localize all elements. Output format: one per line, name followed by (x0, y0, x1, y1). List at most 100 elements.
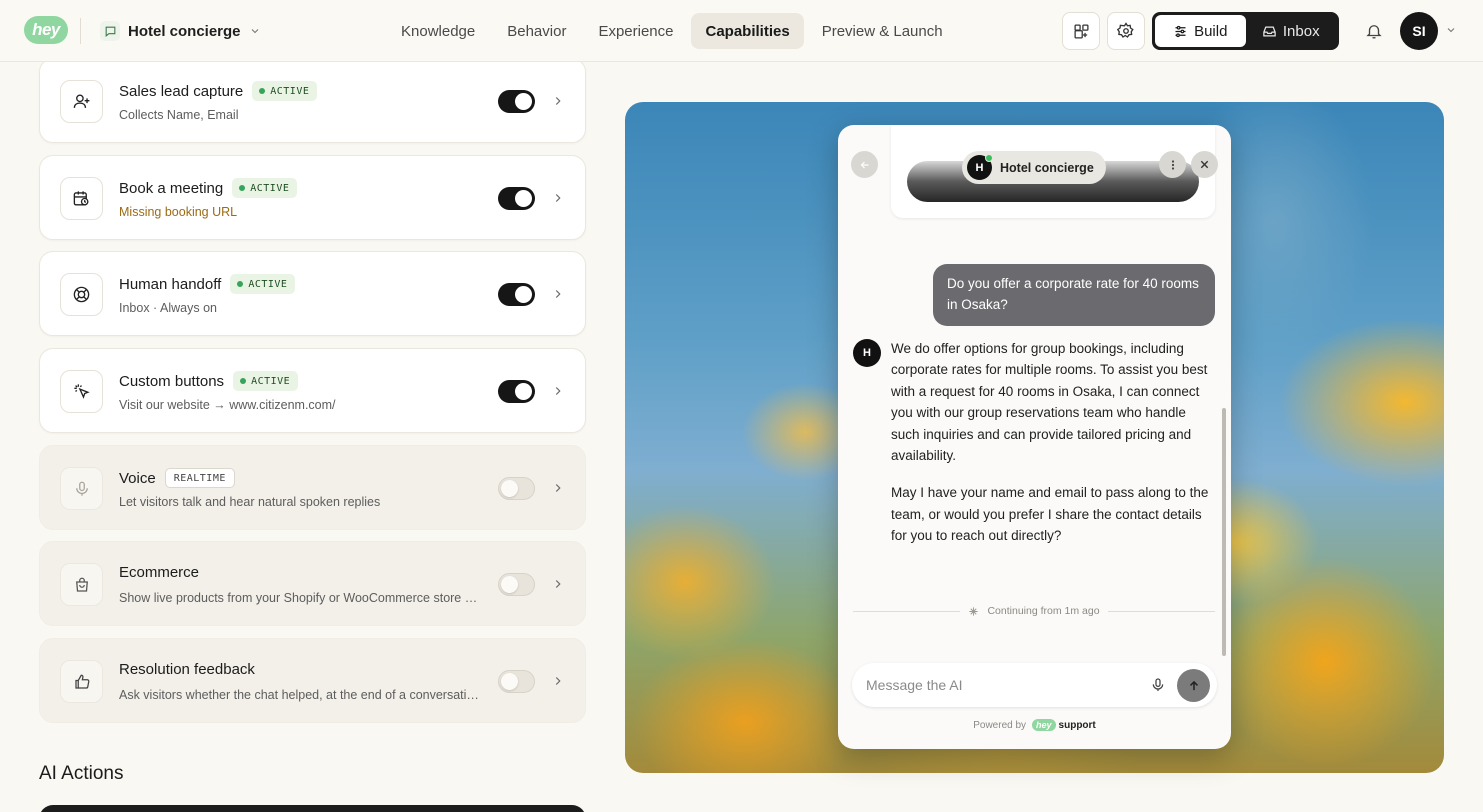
chevron-down-icon[interactable] (1445, 24, 1457, 36)
powered-by-text: Powered by (973, 719, 1027, 731)
topbar-divider (80, 18, 81, 44)
hey-logo[interactable]: hey (24, 16, 68, 44)
capability-card-book-a-meeting[interactable]: Book a meeting ACTIVE Missing booking UR… (39, 155, 586, 240)
capability-card-resolution-feedback[interactable]: Resolution feedback Ask visitors whether… (39, 638, 586, 723)
continuing-text: Continuing from 1m ago (987, 605, 1100, 617)
card-subtitle: Inbox · Always on (119, 301, 217, 315)
message-composer (852, 663, 1217, 707)
badge-label: ACTIVE (270, 85, 310, 97)
calendar-clock-icon (60, 177, 103, 220)
capability-card-custom-buttons[interactable]: Custom buttons ACTIVE Visit our website … (39, 348, 586, 433)
chevron-down-icon (251, 29, 258, 34)
capability-toggle[interactable] (498, 90, 535, 113)
bell-icon (1366, 25, 1382, 39)
send-button[interactable] (1177, 669, 1210, 702)
status-badge: ACTIVE (233, 371, 299, 391)
widget-scrollbar[interactable] (1222, 408, 1226, 656)
capability-card-ecommerce[interactable]: Ecommerce Show live products from your S… (39, 541, 586, 626)
build-label: Build (1194, 22, 1228, 40)
active-dot (237, 281, 244, 287)
capability-toggle[interactable] (498, 670, 535, 693)
agent-name: Hotel concierge (128, 22, 241, 40)
capability-toggle[interactable] (498, 187, 535, 210)
bot-message-paragraph: May I have your name and email to pass a… (891, 485, 1209, 544)
capability-card-sales-lead-capture[interactable]: Sales lead capture ACTIVE Collects Name,… (39, 58, 586, 143)
status-badge: ACTIVE (252, 81, 318, 101)
tab-knowledge[interactable]: Knowledge (387, 13, 489, 49)
arrow-left-icon (860, 161, 868, 168)
tab-experience[interactable]: Experience (584, 13, 687, 49)
widget-more-button[interactable] (1159, 151, 1186, 178)
card-subtitle: Show live products from your Shopify or … (119, 591, 479, 605)
toggle-knob (501, 673, 518, 690)
widget-agent-name: Hotel concierge (1000, 160, 1094, 175)
ai-action-card-partial[interactable] (39, 805, 586, 812)
chevron-right-icon[interactable] (551, 287, 565, 301)
capability-toggle[interactable] (498, 573, 535, 596)
agent-selector[interactable]: Hotel concierge (100, 18, 261, 44)
toggle-knob (501, 480, 518, 497)
cursor-click-icon (60, 370, 103, 413)
user-avatar[interactable]: SI (1400, 12, 1438, 50)
close-icon (1200, 160, 1209, 169)
card-title: Voice (119, 469, 156, 487)
inbox-icon (1263, 26, 1276, 36)
widget-back-button[interactable] (851, 151, 878, 178)
gear-icon (1117, 22, 1134, 38)
card-title-row: Ecommerce (119, 564, 199, 581)
capability-toggle[interactable] (498, 380, 535, 403)
card-subtitle: Visit our website → www.citizenm.com/ (119, 398, 336, 412)
bot-message: We do offer options for group bookings, … (891, 338, 1216, 547)
continuing-divider: Continuing from 1m ago (853, 604, 1215, 618)
build-mode-button[interactable]: Build (1155, 15, 1246, 47)
main-nav: Knowledge Behavior Experience Capabiliti… (387, 13, 957, 49)
card-title-row: Human handoff ACTIVE (119, 274, 296, 294)
tab-capabilities[interactable]: Capabilities (691, 13, 804, 49)
toggle-knob (501, 576, 518, 593)
card-subtitle: Ask visitors whether the chat helped, at… (119, 688, 479, 702)
chevron-right-icon[interactable] (551, 384, 565, 398)
settings-button[interactable] (1107, 12, 1145, 50)
card-subtitle-warning: Missing booking URL (119, 205, 238, 219)
integrations-button[interactable] (1062, 12, 1100, 50)
card-subtitle: Let visitors talk and hear natural spoke… (119, 495, 381, 509)
message-input[interactable] (866, 674, 1126, 696)
badge-label: ACTIVE (251, 375, 291, 387)
chevron-right-icon[interactable] (551, 94, 565, 108)
chevron-right-icon[interactable] (551, 481, 565, 495)
notifications-button[interactable] (1362, 19, 1386, 43)
chevron-right-icon[interactable] (551, 577, 565, 591)
hey-support-logo[interactable]: hey support (1032, 719, 1096, 731)
powered-by: Powered by hey support (838, 719, 1231, 731)
card-title: Resolution feedback (119, 661, 255, 678)
card-title: Human handoff (119, 275, 222, 293)
microphone-icon (60, 467, 103, 510)
badge-label: ACTIVE (248, 278, 288, 290)
badge-label: ACTIVE (250, 182, 290, 194)
capability-toggle[interactable] (498, 477, 535, 500)
card-title: Ecommerce (119, 564, 200, 581)
bot-avatar: H (853, 339, 881, 367)
capability-card-human-handoff[interactable]: Human handoff ACTIVE Inbox · Always on (39, 251, 586, 336)
card-title: Book a meeting (119, 179, 224, 197)
card-title-row: Voice REALTIME (119, 468, 235, 488)
mode-switch: Build Inbox (1152, 12, 1339, 50)
chevron-right-icon[interactable] (551, 191, 565, 205)
widget-agent-pill: H Hotel concierge (962, 151, 1106, 184)
card-subtitle: Collects Name, Email (119, 108, 239, 122)
card-title: Custom buttons (119, 372, 225, 390)
user-message-bubble: Do you offer a corporate rate for 40 roo… (933, 264, 1215, 326)
toggle-knob (515, 190, 532, 207)
tab-preview-launch[interactable]: Preview & Launch (808, 13, 957, 49)
capability-card-voice[interactable]: Voice REALTIME Let visitors talk and hea… (39, 445, 586, 530)
arrow-up-icon (1189, 680, 1198, 690)
capability-toggle[interactable] (498, 283, 535, 306)
chevron-right-icon[interactable] (551, 674, 565, 688)
microphone-icon (1152, 678, 1164, 691)
widget-close-button[interactable] (1191, 151, 1218, 178)
active-dot (239, 185, 246, 191)
divider-line (853, 610, 961, 612)
voice-input-button[interactable] (1147, 674, 1169, 696)
tab-behavior[interactable]: Behavior (493, 13, 580, 49)
inbox-mode-button[interactable]: Inbox (1246, 15, 1337, 47)
